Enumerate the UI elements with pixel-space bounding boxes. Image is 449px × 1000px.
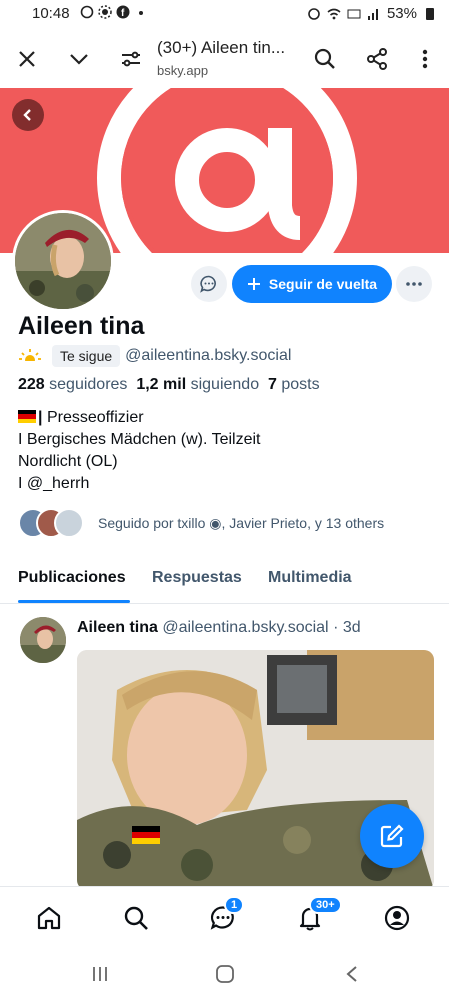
profile-display-name: Aileen tina bbox=[18, 312, 145, 340]
followed-by-text: Seguido por txillo ◉, Javier Prieto, y 1… bbox=[98, 514, 385, 531]
home-icon bbox=[37, 906, 61, 930]
alarm-icon bbox=[308, 7, 320, 20]
profile-handle: @aileentina.bsky.social bbox=[125, 347, 292, 364]
profile-tabs: Publicaciones Respuestas Multimedia bbox=[0, 560, 449, 604]
system-navigation-bar bbox=[0, 948, 449, 1000]
bio-line: Presseoffizier bbox=[46, 409, 144, 426]
nav-home[interactable] bbox=[34, 903, 64, 933]
dot-icon bbox=[139, 11, 143, 15]
search-icon bbox=[124, 906, 148, 930]
posts-count: 7 bbox=[267, 376, 277, 393]
nav-search[interactable] bbox=[121, 903, 151, 933]
browser-toolbar: (30+) Aileen tin... bsky.app bbox=[0, 30, 449, 88]
follow-back-button[interactable]: Seguir de vuelta bbox=[232, 265, 392, 303]
follow-back-label: Seguir de vuelta bbox=[268, 276, 378, 292]
recent-apps-icon[interactable] bbox=[88, 962, 112, 986]
plus-icon bbox=[247, 278, 260, 290]
chevron-down-icon[interactable] bbox=[64, 44, 94, 74]
post-header: Aileen tina @aileentina.bsky.social · 3d bbox=[77, 619, 361, 637]
profile-avatar[interactable] bbox=[12, 210, 114, 312]
bio-line[interactable]: I @_herrh bbox=[18, 473, 260, 495]
settings-icon bbox=[98, 5, 112, 19]
signal-icon bbox=[367, 8, 378, 20]
compose-icon bbox=[380, 824, 404, 848]
whatsapp-icon bbox=[80, 5, 94, 19]
lte-icon bbox=[347, 9, 361, 18]
posts-label: posts bbox=[281, 376, 320, 393]
tab-multimedia[interactable]: Multimedia bbox=[268, 569, 352, 587]
facebook-icon: f bbox=[116, 5, 130, 19]
germany-flag-icon bbox=[18, 410, 36, 423]
chat-bubble-icon bbox=[200, 275, 216, 293]
post-author-handle[interactable]: @aileentina.bsky.social bbox=[162, 619, 328, 636]
back-nav-icon[interactable] bbox=[340, 962, 364, 986]
sunrise-emoji-icon bbox=[18, 349, 42, 365]
profile-bio: | Presseoffizier I Bergisches Mädchen (w… bbox=[18, 407, 260, 495]
followers-count: 228 bbox=[18, 376, 45, 393]
profile-stats: 228 seguidores 1,2 mil siguiendo 7 posts bbox=[18, 376, 320, 394]
status-time: 10:48 bbox=[32, 5, 70, 22]
profile-icon bbox=[384, 905, 410, 931]
tab-respuestas[interactable]: Respuestas bbox=[152, 569, 242, 587]
status-bar: 10:48 f 53% bbox=[0, 0, 449, 30]
search-icon[interactable] bbox=[310, 44, 340, 74]
compose-button[interactable] bbox=[360, 804, 424, 868]
followers-link[interactable]: 228 seguidores bbox=[18, 376, 127, 393]
battery-percent: 53% bbox=[386, 5, 417, 22]
back-button[interactable] bbox=[12, 99, 44, 131]
browser-url[interactable]: bsky.app bbox=[157, 63, 208, 78]
profile-handle-row: Te sigue @aileentina.bsky.social bbox=[18, 344, 291, 368]
following-link[interactable]: 1,2 mil siguiendo bbox=[136, 376, 259, 393]
messages-badge: 1 bbox=[224, 896, 245, 914]
following-count: 1,2 mil bbox=[136, 376, 187, 393]
nav-profile[interactable] bbox=[382, 903, 412, 933]
wifi-icon bbox=[327, 8, 341, 19]
battery-icon bbox=[426, 7, 434, 20]
follower-avatar bbox=[54, 508, 84, 538]
message-button[interactable] bbox=[191, 266, 227, 302]
following-label: siguiendo bbox=[190, 376, 260, 393]
bio-line: Nordlicht (OL) bbox=[18, 453, 118, 470]
close-icon[interactable] bbox=[12, 44, 42, 74]
followed-by-row[interactable]: Seguido por txillo ◉, Javier Prieto, y 1… bbox=[18, 507, 384, 539]
chevron-left-icon bbox=[23, 109, 31, 121]
post-author-avatar[interactable] bbox=[20, 617, 66, 663]
profile-more-button[interactable] bbox=[396, 266, 432, 302]
site-settings-icon[interactable] bbox=[116, 44, 146, 74]
follows-you-badge: Te sigue bbox=[52, 345, 121, 367]
post-author-name[interactable]: Aileen tina bbox=[77, 619, 158, 636]
more-horiz-icon bbox=[406, 282, 422, 286]
nav-notifications[interactable]: 30+ bbox=[295, 896, 342, 933]
post-timestamp[interactable]: · 3d bbox=[333, 619, 361, 636]
more-vert-icon[interactable] bbox=[410, 44, 440, 74]
bottom-navigation: 1 30+ bbox=[0, 886, 449, 948]
share-icon[interactable] bbox=[362, 44, 392, 74]
notifications-badge: 30+ bbox=[309, 896, 342, 914]
tab-publicaciones[interactable]: Publicaciones bbox=[18, 569, 126, 587]
home-button-icon[interactable] bbox=[213, 962, 237, 986]
nav-messages[interactable]: 1 bbox=[208, 896, 245, 933]
followers-label: seguidores bbox=[49, 376, 128, 393]
browser-tab-title[interactable]: (30+) Aileen tin... bbox=[157, 38, 285, 58]
active-tab-indicator bbox=[18, 600, 130, 603]
bio-line: I Bergisches Mädchen (w). Teilzeit bbox=[18, 431, 261, 448]
